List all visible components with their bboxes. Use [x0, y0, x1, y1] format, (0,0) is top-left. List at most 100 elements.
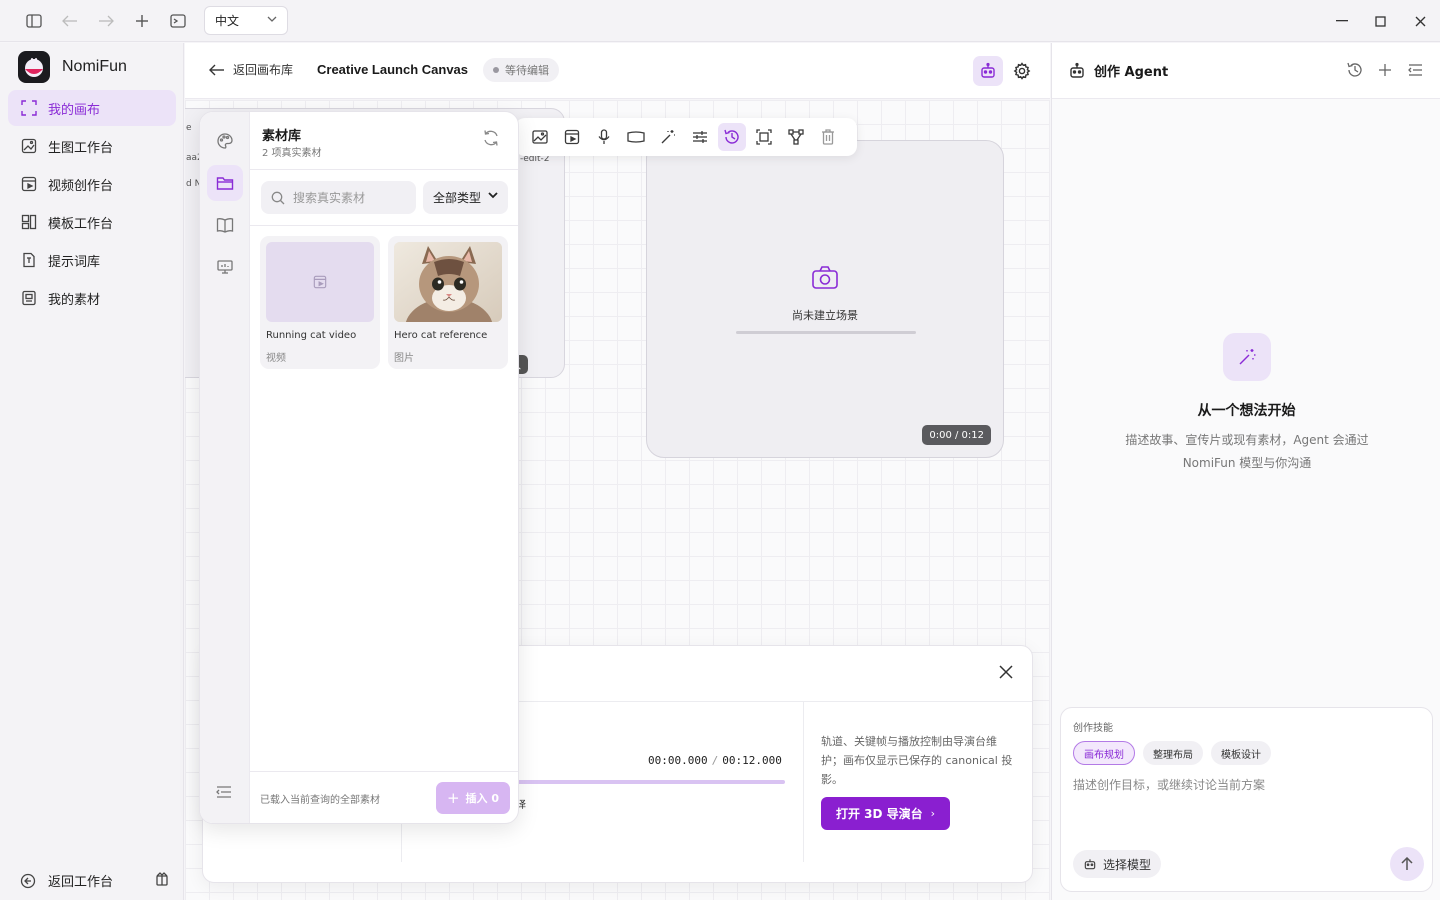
timecode: 00:00.000/00:12.000 — [648, 754, 782, 767]
search-icon — [271, 191, 285, 204]
sidebar-item-label: 模板工作台 — [48, 216, 114, 232]
library-subtitle: 2 项真实素材 — [262, 148, 322, 159]
back-arrow-icon[interactable] — [60, 11, 80, 31]
send-button[interactable] — [1390, 847, 1424, 881]
image-tool-icon[interactable] — [529, 126, 551, 148]
sidebar-item-video-studio[interactable]: 视频创作台 — [8, 166, 176, 202]
video-tool-icon[interactable] — [561, 126, 583, 148]
video-thumbnail — [266, 242, 374, 322]
folder-icon[interactable] — [207, 165, 243, 201]
agent-title-text: 创作 Agent — [1094, 65, 1169, 80]
back-to-canvas-library-link[interactable]: 返回画布库 — [209, 61, 293, 78]
back-to-workspace-label: 返回工作台 — [48, 875, 114, 890]
collapse-icon[interactable] — [216, 785, 234, 803]
history-icon[interactable] — [1346, 61, 1364, 79]
sidebar-item-label: 生图工作台 — [48, 140, 114, 156]
current-time: 00:00.000 — [648, 754, 708, 767]
sidebar-item-template-studio[interactable]: 模板工作台 — [8, 204, 176, 240]
agent-title: 创作 Agent — [1068, 61, 1168, 80]
sidebar-item-image-studio[interactable]: 生图工作台 — [8, 128, 176, 164]
director-note: 轨道、关键帧与播放控制由导演台维护；画布仅显示已保存的 canonical 投影… — [821, 735, 1013, 786]
language-value: 中文 — [215, 14, 240, 28]
robot-icon — [981, 62, 995, 78]
agent-composer: 创作技能 画布规划 整理布局 模板设计 选择模型 — [1060, 707, 1433, 892]
timeline-track[interactable] — [503, 780, 785, 784]
sidebar-item-my-canvas[interactable]: 我的画布 — [8, 90, 176, 126]
sidebar-toggle-icon[interactable] — [24, 11, 44, 31]
prompt-library-icon — [21, 252, 37, 268]
library-search[interactable] — [261, 181, 416, 214]
language-select[interactable]: 中文 — [204, 6, 288, 35]
status-badge: 等待编辑 — [483, 58, 559, 82]
video-file-icon — [313, 275, 327, 289]
maximize-icon[interactable] — [1370, 11, 1390, 31]
library-title: 素材库 — [262, 129, 302, 144]
magic-wand-icon[interactable] — [657, 126, 679, 148]
select-model-button[interactable]: 选择模型 — [1073, 850, 1162, 878]
new-chat-plus-icon[interactable] — [1376, 61, 1394, 79]
robot-icon — [1084, 859, 1096, 870]
node-graph-icon[interactable] — [785, 126, 807, 148]
sidebar-item-label: 视频创作台 — [48, 178, 114, 194]
arrow-left-icon — [209, 64, 224, 75]
total-time: 00:12.000 — [722, 754, 782, 767]
palette-icon[interactable] — [207, 123, 243, 159]
camera-icon — [811, 265, 839, 291]
brand: NomiFun — [18, 51, 127, 83]
crop-select-icon[interactable] — [753, 126, 775, 148]
skill-chip-canvas-planning[interactable]: 画布规划 — [1073, 741, 1135, 765]
asset-type: 视频 — [266, 353, 286, 364]
type-filter-select[interactable]: 全部类型 — [423, 181, 508, 214]
asset-name: Hero cat reference — [394, 330, 488, 341]
canvas-header: 返回画布库 Creative Launch Canvas 等待编辑 — [185, 43, 1050, 99]
open-3d-director-button[interactable]: 打开 3D 导演台 › — [821, 797, 950, 830]
template-icon — [21, 214, 37, 230]
skills-label: 创作技能 — [1073, 723, 1113, 734]
agent-toggle-button[interactable] — [973, 56, 1003, 86]
app-logo-icon — [18, 51, 50, 83]
frame-tool-icon[interactable] — [625, 126, 647, 148]
sidebar-item-label: 提示词库 — [48, 254, 101, 270]
sidebar-item-label: 我的画布 — [48, 102, 101, 118]
close-icon[interactable] — [998, 664, 1018, 684]
close-window-icon[interactable] — [1410, 11, 1430, 31]
gift-icon[interactable] — [154, 871, 170, 887]
library-header: 素材库 2 项真实素材 — [250, 112, 518, 170]
chevron-down-icon — [267, 16, 277, 22]
agent-message-input[interactable] — [1073, 776, 1418, 836]
type-filter-value: 全部类型 — [433, 191, 482, 205]
new-tab-plus-icon[interactable] — [132, 11, 152, 31]
agent-empty-title: 从一个想法开始 — [1197, 403, 1296, 419]
settings-gear-icon[interactable] — [1011, 60, 1033, 82]
agent-empty-description: 描述故事、宣传片或现有素材，Agent 会通过 NomiFun 模型与你沟通 — [1125, 433, 1369, 470]
scene-node[interactable]: 尚未建立场景 0:00 / 0:12 — [646, 140, 1004, 458]
trash-icon[interactable] — [817, 126, 839, 148]
plus-icon: + — [446, 789, 460, 807]
back-to-workspace-button[interactable]: 返回工作台 — [20, 871, 170, 890]
history-icon[interactable] — [718, 123, 746, 151]
library-footer-hint: 已载入当前查询的全部素材 — [260, 795, 380, 806]
sidebar-item-my-assets[interactable]: 我的素材 — [8, 280, 176, 316]
asset-card[interactable]: Running cat video 视频 — [260, 236, 380, 369]
sidebar-nav: 我的画布 生图工作台 视频创作台 模板工作台 提示词库 我的素材 — [8, 90, 176, 318]
adjust-sliders-icon[interactable] — [689, 126, 711, 148]
book-icon[interactable] — [207, 207, 243, 243]
agent-panel: 创作 Agent 从一个想法开始 描述故事、宣传片或现有素材，Agent 会通过… — [1051, 43, 1440, 900]
library-divider — [250, 225, 518, 226]
search-input[interactable] — [293, 190, 403, 205]
minimize-icon[interactable] — [1332, 11, 1352, 31]
insert-button[interactable]: + 插入 0 — [436, 782, 510, 814]
refresh-icon[interactable] — [482, 129, 502, 149]
presentation-icon[interactable] — [207, 249, 243, 285]
terminal-icon[interactable] — [168, 11, 188, 31]
sidebar-item-prompt-library[interactable]: 提示词库 — [8, 242, 176, 278]
skill-chip-template-design[interactable]: 模板设计 — [1211, 741, 1271, 765]
magic-wand-icon — [1223, 333, 1271, 381]
forward-arrow-icon[interactable] — [96, 11, 116, 31]
collapse-panel-icon[interactable] — [1406, 61, 1424, 79]
microphone-icon[interactable] — [593, 126, 615, 148]
node-toolbar — [515, 118, 857, 156]
robot-icon — [1070, 62, 1084, 78]
skill-chip-arrange-layout[interactable]: 整理布局 — [1143, 741, 1203, 765]
asset-card[interactable]: Hero cat reference 图片 — [388, 236, 508, 369]
